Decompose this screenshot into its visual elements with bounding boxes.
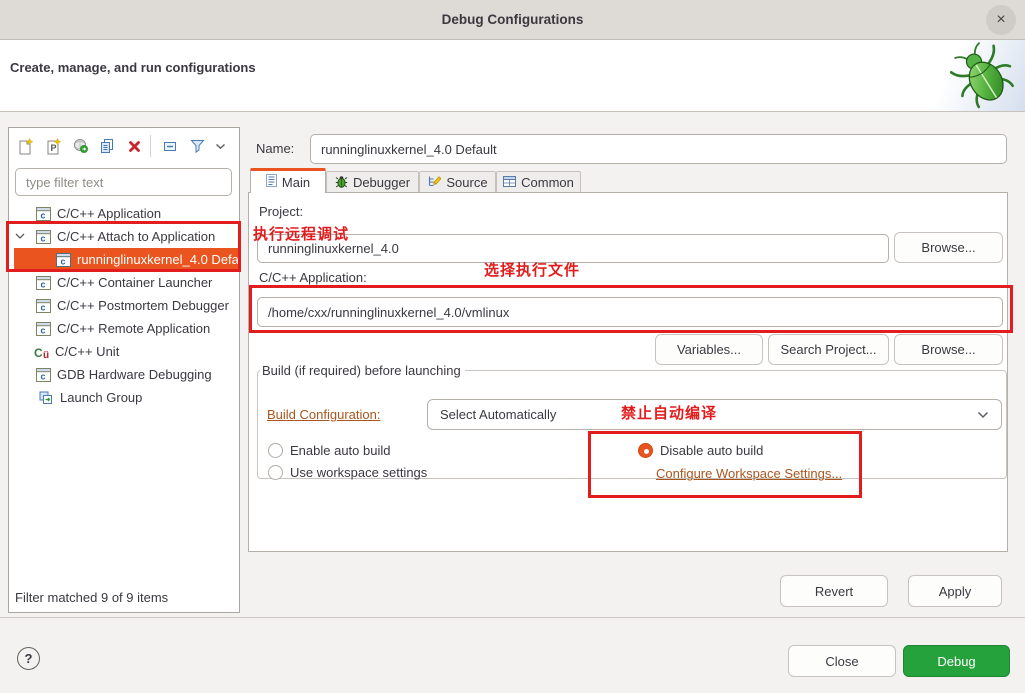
tree-item-cpp-attach[interactable]: c C/C++ Attach to Application <box>9 225 238 248</box>
titlebar: Debug Configurations × <box>0 0 1025 40</box>
launch-group-icon <box>39 391 56 405</box>
name-label: Name: <box>256 141 294 156</box>
tab-debugger[interactable]: Debugger <box>326 171 419 193</box>
build-configuration-value: Select Automatically <box>440 407 556 422</box>
view-menu-chevron-icon[interactable] <box>211 137 229 155</box>
debugger-bug-icon <box>335 175 348 191</box>
c-application-icon: c <box>36 322 53 336</box>
tree-item-cpp-unit[interactable]: Cü C/C++ Unit <box>9 340 238 363</box>
main-doc-icon <box>266 174 277 190</box>
dialog-title: Debug Configurations <box>0 0 1025 40</box>
radio-disable-auto-build[interactable]: Disable auto build <box>638 443 763 458</box>
export-launch-configurations-icon[interactable] <box>72 137 90 155</box>
collapse-all-icon[interactable] <box>161 137 179 155</box>
svg-text:P: P <box>51 143 57 153</box>
page-title: Create, manage, and run configurations <box>10 60 256 75</box>
source-tree-icon <box>427 175 441 191</box>
svg-text:c: c <box>41 302 46 312</box>
close-icon[interactable]: × <box>986 5 1016 35</box>
svg-text:c: c <box>41 371 46 381</box>
build-group-legend: Build (if required) before launching <box>260 363 465 378</box>
filter-launch-configurations-icon[interactable] <box>188 137 206 155</box>
variables-button[interactable]: Variables... <box>655 334 763 365</box>
toolbar-separator <box>150 135 151 157</box>
c-unit-icon: Cü <box>34 345 51 359</box>
project-label: Project: <box>259 204 303 219</box>
chevron-down-icon <box>977 407 989 422</box>
new-launch-prototype-icon[interactable]: P <box>45 137 63 155</box>
svg-text:c: c <box>61 256 66 266</box>
filter-input[interactable] <box>15 168 232 196</box>
project-input[interactable] <box>257 234 889 263</box>
build-configuration-select[interactable]: Select Automatically <box>427 399 1002 430</box>
tree-item-gdb-hardware[interactable]: c GDB Hardware Debugging <box>9 363 238 386</box>
tree-item-cpp-application[interactable]: c C/C++ Application <box>9 202 238 225</box>
build-configuration-link[interactable]: Build Configuration: <box>267 407 380 422</box>
footer-divider <box>0 617 1025 618</box>
c-application-icon: c <box>56 253 73 267</box>
tree-item-launch-group[interactable]: Launch Group <box>9 386 238 409</box>
debug-configurations-dialog: Debug Configurations × Create, manage, a… <box>0 0 1025 693</box>
duplicate-launch-configuration-icon[interactable] <box>98 137 116 155</box>
tab-source[interactable]: Source <box>419 171 496 193</box>
search-project-button[interactable]: Search Project... <box>768 334 889 365</box>
svg-text:c: c <box>41 210 46 220</box>
application-input[interactable] <box>257 297 1003 327</box>
svg-text:c: c <box>41 233 46 243</box>
new-launch-configuration-icon[interactable] <box>17 137 35 155</box>
c-application-icon: c <box>36 207 53 221</box>
tree-item-runninglinuxkernel-selected[interactable]: c runninglinuxkernel_4.0 Default <box>14 248 238 271</box>
debug-beetle-icon <box>949 42 1017 110</box>
tree-item-container-launcher[interactable]: c C/C++ Container Launcher <box>9 271 238 294</box>
help-button[interactable]: ? <box>17 647 40 670</box>
c-application-icon: c <box>36 230 53 244</box>
tree-item-postmortem-debugger[interactable]: c C/C++ Postmortem Debugger <box>9 294 238 317</box>
radio-circle-icon[interactable] <box>268 465 283 480</box>
tree-item-remote-application[interactable]: c C/C++ Remote Application <box>9 317 238 340</box>
svg-text:c: c <box>41 325 46 335</box>
main-tab-content: Project: Browse... C/C++ Application: Va… <box>248 192 1008 552</box>
svg-text:C: C <box>34 346 43 359</box>
application-label: C/C++ Application: <box>259 270 367 285</box>
svg-text:ü: ü <box>43 350 49 359</box>
c-application-icon: c <box>36 368 53 382</box>
radio-enable-auto-build[interactable]: Enable auto build <box>268 443 390 458</box>
delete-launch-configuration-icon[interactable] <box>125 137 143 155</box>
svg-text:c: c <box>41 279 46 289</box>
name-input[interactable] <box>310 134 1007 164</box>
browse-application-button[interactable]: Browse... <box>894 334 1003 365</box>
filter-status: Filter matched 9 of 9 items <box>15 590 168 605</box>
browse-project-button[interactable]: Browse... <box>894 232 1003 263</box>
revert-button[interactable]: Revert <box>780 575 888 607</box>
tab-common[interactable]: Common <box>496 171 581 193</box>
close-button[interactable]: Close <box>788 645 896 677</box>
c-application-icon: c <box>36 299 53 313</box>
radio-circle-icon[interactable] <box>268 443 283 458</box>
configurations-sidebar: P c C/C++ Application <box>8 127 240 613</box>
c-application-icon: c <box>36 276 53 290</box>
configure-workspace-settings-link[interactable]: Configure Workspace Settings... <box>656 466 842 481</box>
apply-button[interactable]: Apply <box>908 575 1002 607</box>
tab-main[interactable]: Main <box>250 168 326 193</box>
radio-use-workspace-settings[interactable]: Use workspace settings <box>268 465 427 480</box>
common-table-icon <box>503 175 516 190</box>
configurations-tree: c C/C++ Application c C/C++ Attach to Ap… <box>9 202 238 409</box>
header-banner: Create, manage, and run configurations <box>0 40 1025 112</box>
debug-button[interactable]: Debug <box>903 645 1010 677</box>
radio-circle-selected-icon[interactable] <box>638 443 653 458</box>
expander-chevron-icon[interactable] <box>15 233 29 240</box>
